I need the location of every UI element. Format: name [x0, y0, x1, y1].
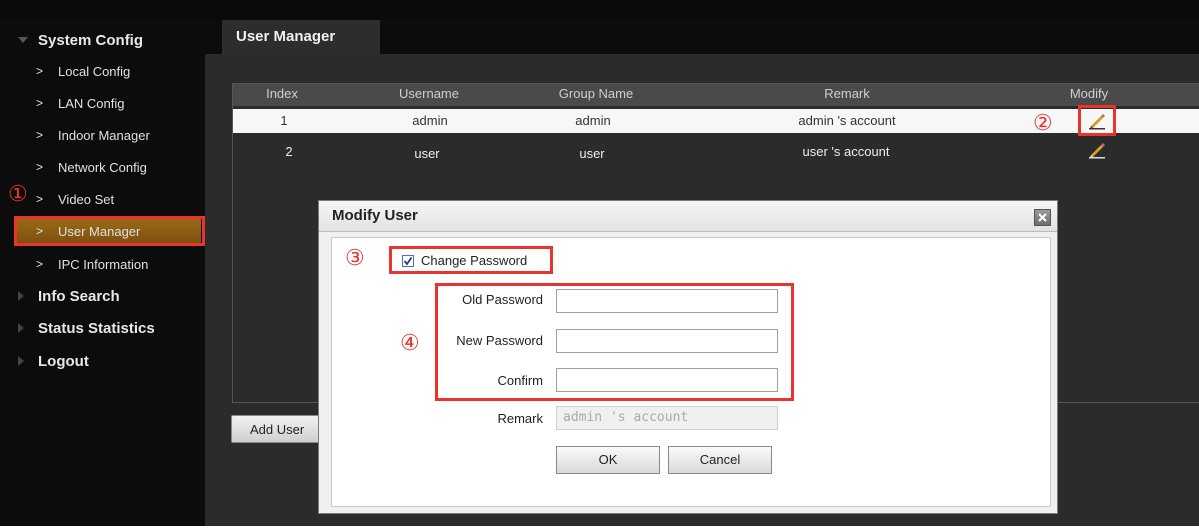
- nav-section-label: Info Search: [38, 287, 120, 305]
- sidebar-item-label: Video Set: [58, 191, 115, 207]
- old-password-input[interactable]: [556, 289, 778, 313]
- annotation-marker-4: ④: [400, 331, 420, 356]
- annotation-marker-3: ③: [345, 246, 365, 271]
- nav-section-logout[interactable]: Logout: [0, 349, 205, 373]
- caret-right-icon: [18, 356, 24, 366]
- cancel-button[interactable]: Cancel: [668, 446, 772, 474]
- confirm-password-input[interactable]: [556, 368, 778, 392]
- nav-section-status-statistics[interactable]: Status Statistics: [0, 316, 205, 340]
- tab-label: User Manager: [236, 28, 336, 45]
- column-header-group-name: Group Name: [558, 86, 634, 101]
- sidebar-item-ipc-information[interactable]: > IPC Information: [0, 251, 205, 277]
- nav-section-label: Logout: [38, 352, 89, 370]
- ok-button[interactable]: OK: [556, 446, 660, 474]
- cell-remark: admin 's account: [798, 113, 896, 128]
- chevron-right-icon: >: [36, 224, 44, 238]
- change-password-checkbox[interactable]: [402, 255, 414, 267]
- add-user-button[interactable]: Add User: [231, 415, 321, 443]
- column-header-username: Username: [399, 86, 459, 101]
- remark-field: admin 's account: [556, 406, 778, 430]
- remark-label: Remark: [497, 411, 543, 426]
- table-row[interactable]: [233, 140, 1199, 164]
- cell-index: 2: [285, 144, 293, 159]
- chevron-right-icon: >: [36, 128, 44, 142]
- dialog-title: Modify User: [332, 207, 418, 224]
- cell-username: user: [414, 146, 440, 161]
- column-header-index: Index: [266, 86, 298, 101]
- table-header: [233, 84, 1199, 106]
- confirm-password-label: Confirm: [497, 373, 543, 388]
- cell-group-name: admin: [575, 113, 611, 128]
- caret-right-icon: [18, 291, 24, 301]
- close-button[interactable]: [1034, 209, 1051, 226]
- new-password-label: New Password: [456, 333, 543, 348]
- pencil-icon[interactable]: [1088, 141, 1106, 159]
- nav-section-info-search[interactable]: Info Search: [0, 284, 205, 308]
- nav-section-label: System Config: [38, 31, 144, 49]
- close-icon: [1038, 213, 1047, 222]
- chevron-right-icon: >: [36, 64, 44, 78]
- chevron-right-icon: >: [36, 257, 44, 271]
- sidebar-item-video-set[interactable]: > Video Set: [0, 186, 205, 212]
- sidebar-item-label: User Manager: [58, 223, 141, 239]
- old-password-label: Old Password: [462, 292, 543, 307]
- checkmark-icon: [403, 256, 413, 266]
- table-row[interactable]: [233, 109, 1199, 133]
- cell-remark: user 's account: [802, 144, 890, 159]
- cell-username: admin: [412, 113, 448, 128]
- chevron-right-icon: >: [36, 192, 44, 206]
- change-password-label: Change Password: [421, 253, 528, 268]
- column-header-remark: Remark: [824, 86, 870, 101]
- sidebar-item-label: LAN Config: [58, 95, 125, 111]
- sidebar-item-network-config[interactable]: > Network Config: [0, 154, 205, 180]
- sidebar-item-indoor-manager[interactable]: > Indoor Manager: [0, 122, 205, 148]
- cell-group-name: user: [579, 146, 605, 161]
- sidebar-item-lan-config[interactable]: > LAN Config: [0, 90, 205, 116]
- new-password-input[interactable]: [556, 329, 778, 353]
- chevron-right-icon: >: [36, 160, 44, 174]
- chevron-right-icon: >: [36, 96, 44, 110]
- annotation-highlight-box: [1078, 105, 1116, 136]
- nav-section-label: Status Statistics: [38, 319, 155, 337]
- sidebar-item-label: Indoor Manager: [58, 127, 150, 143]
- caret-down-icon: [18, 37, 28, 43]
- sidebar-item-label: Local Config: [58, 63, 131, 79]
- annotation-marker-2: ②: [1033, 111, 1053, 136]
- sidebar-item-label: Network Config: [58, 159, 147, 175]
- column-header-modify: Modify: [1069, 86, 1109, 101]
- annotation-marker-1: ①: [8, 182, 28, 207]
- cell-index: 1: [280, 113, 288, 128]
- tab-user-manager[interactable]: User Manager: [222, 20, 380, 56]
- nav-section-system-config[interactable]: System Config: [0, 28, 205, 52]
- dialog-title-bar: Modify User: [319, 201, 1057, 232]
- sidebar-item-local-config[interactable]: > Local Config: [0, 58, 205, 84]
- caret-right-icon: [18, 323, 24, 333]
- sidebar-item-label: IPC Information: [58, 256, 149, 272]
